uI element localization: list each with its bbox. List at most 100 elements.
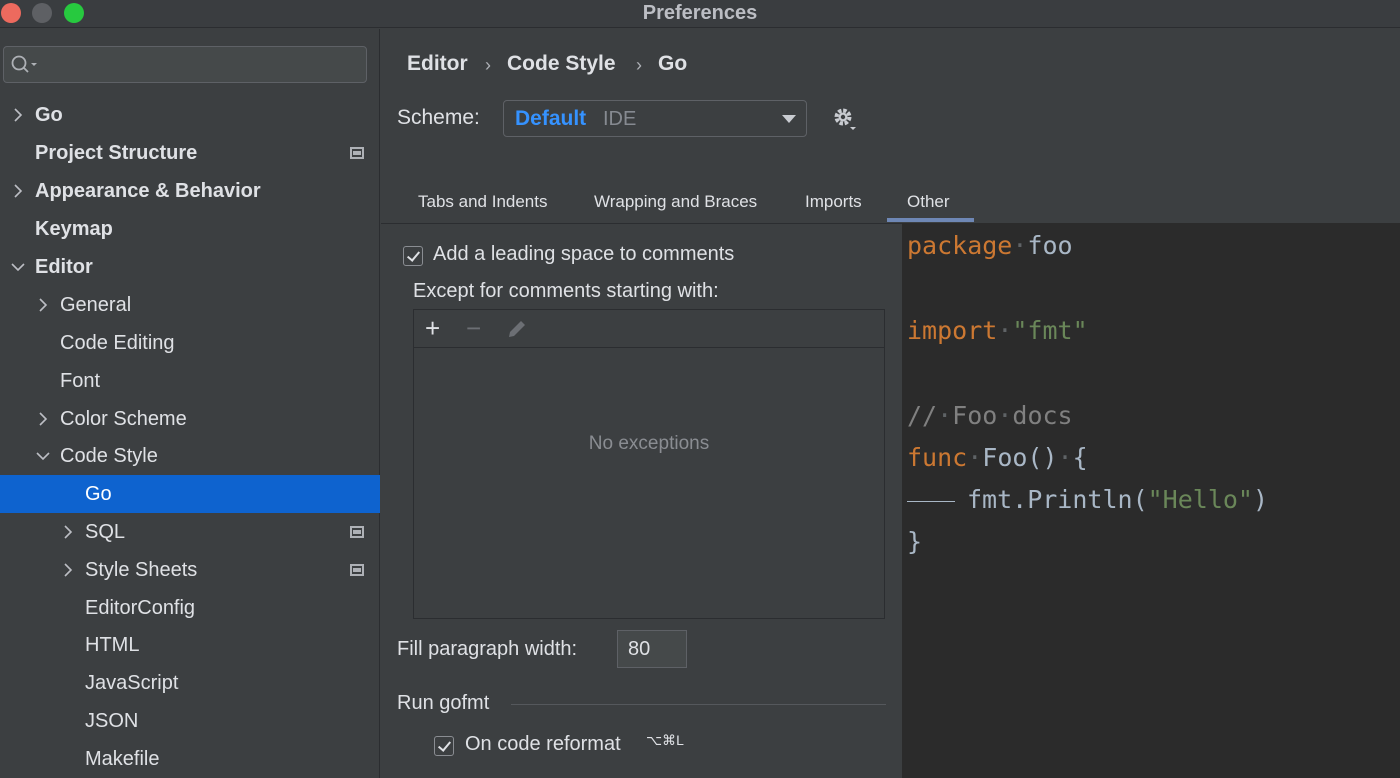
sidebar-item-label: JSON [85,710,139,732]
sidebar-item-project-structure[interactable]: Project Structure [0,134,380,172]
sidebar-item-label: Font [60,370,101,392]
sidebar-item-label: Editor [35,256,93,278]
exceptions-list[interactable]: + − No exceptions [413,309,885,619]
dropdown-arrow-icon [782,115,796,123]
chevron-right-icon [39,412,48,426]
chevron-right-icon [14,184,23,198]
sidebar-item-label: Appearance & Behavior [35,180,261,202]
settings-main-panel: Editor › Code Style › Go Scheme: Default… [381,29,1400,778]
chevron-right-icon [64,563,73,577]
code-keyword: package [907,231,1013,260]
code-brace: } [907,527,923,556]
code-line: package·foo [907,231,1073,260]
empty-list-text: No exceptions [588,433,710,454]
title-bar: Preferences [0,0,1400,28]
sidebar-item-color-scheme[interactable]: Color Scheme [0,400,380,438]
code-comment: docs [1012,401,1073,430]
sidebar-item-appearance-behavior[interactable]: Appearance & Behavior [0,172,380,210]
code-brace: { [1072,443,1088,472]
code-paren: ) [1252,485,1269,514]
tab-tabs-and-indents[interactable]: Tabs and Indents [418,192,547,212]
sidebar-item-label: Style Sheets [85,559,198,581]
chevron-right-icon [64,525,73,539]
project-scope-icon [350,564,364,576]
chevron-right-icon [39,298,48,312]
project-scope-icon [350,526,364,538]
sidebar-item-font[interactable]: Font [0,362,380,400]
on-reformat-label[interactable]: On code reformat [465,733,621,756]
sidebar-item-label: SQL [85,521,126,543]
section-divider [511,704,886,705]
sidebar-item-go[interactable]: Go [0,96,380,134]
chevron-down-icon [36,452,50,461]
project-scope-icon [350,147,364,159]
code-line: //·Foo·docs [907,401,1073,430]
sidebar-item-label: Color Scheme [60,408,187,430]
breadcrumb-editor[interactable]: Editor [407,52,468,76]
breadcrumb-code-style[interactable]: Code Style [507,52,616,76]
edit-icon[interactable] [506,318,528,340]
breadcrumb-separator: › [636,55,642,75]
sidebar-item-keymap[interactable]: Keymap [0,210,380,248]
chevron-down-icon [11,263,25,272]
code-string: "fmt" [1012,316,1088,345]
exceptions-toolbar: + − [414,310,884,348]
settings-sidebar: Go Project Structure Appearance & Behavi… [0,29,380,778]
scheme-type: IDE [603,108,637,130]
code-identifier: Foo() [982,443,1058,472]
sidebar-item-label: General [60,294,132,316]
leading-space-label[interactable]: Add a leading space to comments [433,243,734,266]
code-line: } [907,527,922,556]
scheme-value: Default [515,107,587,130]
sidebar-item-editorconfig[interactable]: EditorConfig [0,589,380,627]
code-keyword: func [907,443,968,472]
leading-space-checkbox[interactable] [403,246,423,266]
sidebar-item-label: Makefile [85,748,160,770]
sidebar-item-label: HTML [85,634,140,656]
sidebar-item-label: Project Structure [35,142,198,164]
fill-width-label: Fill paragraph width: [397,638,578,660]
window-title: Preferences [642,2,758,24]
gear-icon[interactable] [830,105,860,135]
code-identifier: foo [1027,231,1073,260]
shortcut-hint: ⌥⌘L [646,732,684,748]
scheme-dropdown[interactable]: Default IDE [503,100,807,137]
sidebar-item-code-style-go[interactable]: Go [0,475,380,513]
code-comment: // [907,401,938,430]
sidebar-item-code-style[interactable]: Code Style [0,437,380,475]
code-line: fmt.Println("Hello") [907,485,1268,514]
fill-width-input[interactable]: 80 [617,630,687,668]
on-reformat-checkbox[interactable] [434,736,454,756]
sidebar-item-code-editing[interactable]: Code Editing [0,324,380,362]
sidebar-item-editor[interactable]: Editor [0,248,380,286]
sidebar-item-label: JavaScript [85,672,179,694]
sidebar-item-label: Code Editing [60,332,175,354]
active-tab-indicator [887,218,974,222]
except-label: Except for comments starting with: [413,280,719,302]
tab-wrapping-and-braces[interactable]: Wrapping and Braces [594,192,757,212]
search-input[interactable] [3,46,367,83]
breadcrumb-go: Go [658,52,688,75]
code-line: import·"fmt" [907,316,1088,345]
code-keyword: import [907,316,998,345]
scheme-label: Scheme: [397,106,480,129]
breadcrumb-separator: › [485,55,491,75]
sidebar-item-json[interactable]: JSON [0,702,380,740]
sidebar-item-sql[interactable]: SQL [0,513,380,551]
sidebar-item-style-sheets[interactable]: Style Sheets [0,551,380,589]
tab-marker [907,500,955,502]
code-string: "Hello" [1147,485,1253,514]
sidebar-item-general[interactable]: General [0,286,380,324]
sidebar-item-javascript[interactable]: JavaScript [0,664,380,702]
tab-other[interactable]: Other [907,192,950,212]
sidebar-item-makefile[interactable]: Makefile [0,740,380,778]
sidebar-item-label: Go [85,483,112,505]
gofmt-section-title: Run gofmt [397,692,490,714]
search-icon [11,55,37,73]
tab-imports[interactable]: Imports [805,192,862,212]
sidebar-item-html[interactable]: HTML [0,626,380,664]
add-icon[interactable]: + [425,314,440,342]
code-call: fmt.Println( [967,485,1148,514]
code-preview: package·foo import·"fmt" //·Foo·docs fun… [902,223,1400,778]
remove-icon[interactable]: − [466,314,481,342]
